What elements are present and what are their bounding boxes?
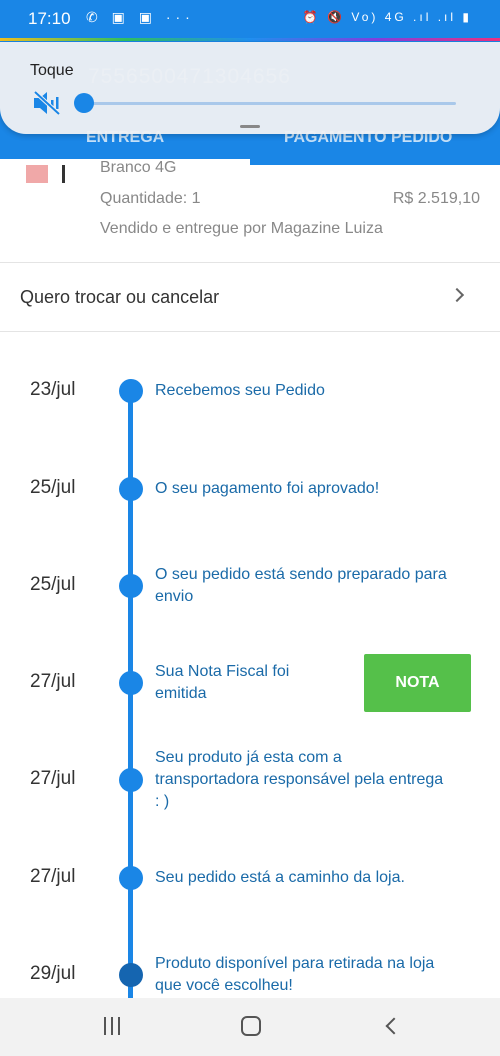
event-text: Recebemos seu Pedido — [155, 382, 325, 399]
timeline-dot — [119, 866, 143, 890]
timeline-dot — [119, 379, 143, 403]
timeline-dot — [119, 574, 143, 598]
volume-slider-knob[interactable] — [74, 93, 94, 113]
home-icon[interactable] — [241, 1016, 261, 1036]
event-date: 23/jul — [30, 379, 76, 400]
status-bar: 17:10 ✆ ▣ ▣ ··· ⏰ 🔇 Vo) 4G .ıl .ıl ▮ — [0, 0, 500, 38]
timeline-dot — [119, 671, 143, 695]
system-status-icons: ⏰ 🔇 Vo) 4G .ıl .ıl ▮ — [302, 10, 472, 24]
exchange-cancel-row[interactable]: Quero trocar ou cancelar — [0, 263, 500, 332]
product-thumbnail — [26, 165, 70, 185]
recents-icon[interactable] — [102, 1016, 122, 1038]
product-price: R$ 2.519,10 — [392, 190, 480, 207]
product-quantity: Quantidade: 1 — [100, 190, 201, 207]
clock: 17:10 — [28, 9, 71, 28]
event-date: 27/jul — [30, 866, 76, 887]
panel-drag-handle[interactable] — [240, 125, 260, 128]
event-date: 25/jul — [30, 574, 76, 595]
volume-panel: Toque — [0, 42, 500, 134]
event-date: 29/jul — [30, 963, 76, 984]
back-icon[interactable] — [385, 1017, 403, 1035]
event-text: Sua Nota Fiscal foi emitida — [155, 663, 290, 702]
notification-icons: ✆ ▣ ▣ ··· — [86, 9, 195, 25]
product-seller: Vendido e entregue por Magazine Luiza — [100, 220, 383, 237]
product-model: Branco 4G — [100, 159, 177, 176]
event-text: Seu pedido está a caminho da loja. — [155, 869, 405, 886]
exchange-cancel-label: Quero trocar ou cancelar — [20, 287, 220, 307]
navigation-bar — [0, 998, 500, 1056]
nota-fiscal-button[interactable]: NOTA — [364, 654, 471, 712]
event-text: O seu pagamento foi aprovado! — [155, 480, 380, 497]
event-text: Produto disponível para retirada na loja… — [155, 955, 435, 994]
product-summary: Branco 4G Quantidade: 1 R$ 2.519,10 Vend… — [0, 159, 500, 263]
timeline-dot — [119, 963, 143, 987]
timeline-dot — [119, 477, 143, 501]
chevron-right-icon — [449, 287, 465, 303]
event-text: O seu pedido está sendo preparado para e… — [155, 566, 447, 605]
timeline-dot — [119, 768, 143, 792]
event-text: Seu produto já esta com a transportadora… — [155, 749, 444, 810]
event-date: 25/jul — [30, 477, 76, 498]
event-date: 27/jul — [30, 671, 76, 692]
volume-stream-label: Toque — [30, 62, 74, 79]
mute-icon[interactable] — [32, 90, 62, 116]
volume-slider-track[interactable] — [84, 102, 456, 105]
event-date: 27/jul — [30, 768, 76, 789]
